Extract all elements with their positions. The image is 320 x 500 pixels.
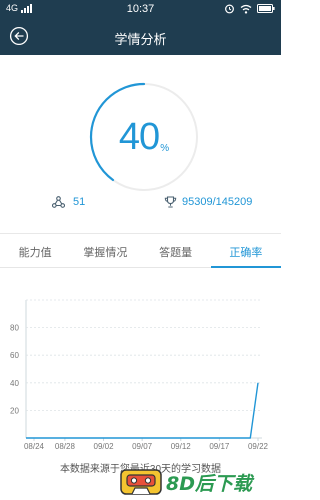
tab-mastery[interactable]: 掌握情况 bbox=[70, 234, 140, 267]
tab-answer-count[interactable]: 答题量 bbox=[141, 234, 211, 267]
x-tick-label: 08/24 bbox=[24, 442, 45, 451]
y-tick-label: 40 bbox=[10, 379, 19, 388]
accuracy-percent: 40 % bbox=[86, 79, 202, 195]
x-tick-label: 09/02 bbox=[94, 442, 115, 451]
stat-questions: 51 bbox=[52, 196, 85, 208]
battery-icon bbox=[257, 4, 275, 13]
x-tick-label: 08/28 bbox=[55, 442, 76, 451]
stat-questions-value: 51 bbox=[73, 196, 86, 208]
percent-value: 40 bbox=[118, 115, 160, 158]
page-title: 学情分析 bbox=[114, 32, 167, 47]
stat-ranking: 95309/145209 bbox=[164, 196, 252, 208]
cassette-logo bbox=[120, 469, 162, 495]
watermark-text: 8D后下载 bbox=[166, 472, 252, 495]
trophy-icon bbox=[164, 196, 177, 208]
tab-ability[interactable]: 能力值 bbox=[0, 234, 70, 267]
x-tick-label: 09/17 bbox=[209, 442, 230, 451]
share-icon bbox=[52, 196, 65, 208]
y-tick-label: 60 bbox=[10, 351, 19, 360]
x-tick-label: 09/12 bbox=[171, 442, 192, 451]
tab-accuracy[interactable]: 正确率 bbox=[210, 234, 282, 268]
x-tick-label: 09/22 bbox=[248, 442, 269, 451]
status-icons bbox=[224, 3, 275, 14]
x-tick-label: 09/07 bbox=[132, 442, 153, 451]
stats-row: 51 95309/145209 bbox=[0, 192, 281, 216]
status-bar: 4G 10:37 bbox=[0, 0, 281, 19]
stat-ranking-value: 95309/145209 bbox=[182, 196, 253, 208]
watermark: 8D后下载 bbox=[118, 466, 286, 498]
title-bar: 学情分析 bbox=[0, 19, 281, 55]
percent-unit: % bbox=[160, 142, 170, 154]
y-tick-label: 80 bbox=[10, 324, 19, 333]
tab-bar: 能力值 掌握情况 答题量 正确率 bbox=[0, 233, 282, 268]
y-tick-label: 20 bbox=[10, 406, 19, 415]
wifi-icon bbox=[240, 4, 252, 14]
alarm-icon bbox=[225, 4, 234, 14]
